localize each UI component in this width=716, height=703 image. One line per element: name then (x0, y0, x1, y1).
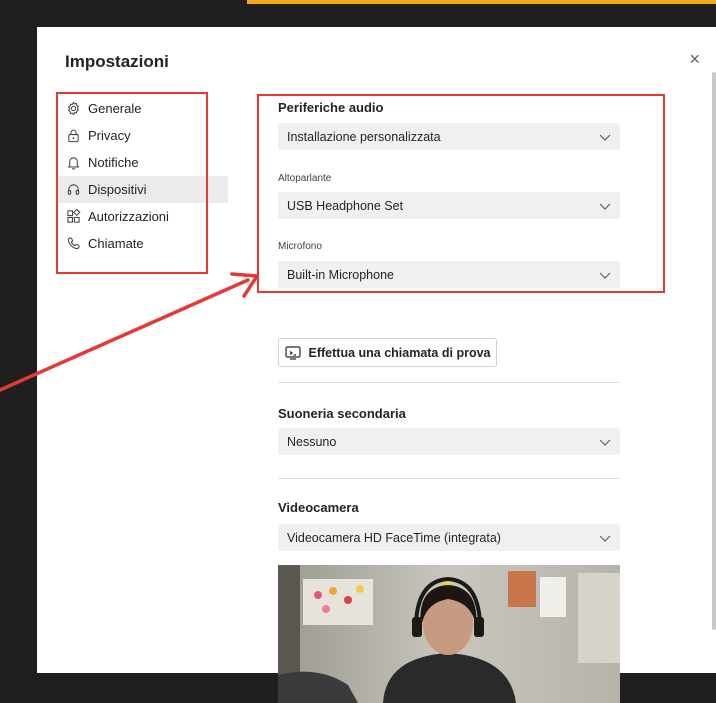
close-icon[interactable]: × (689, 49, 700, 70)
annotation-box-nav (56, 92, 208, 274)
camera-preview (278, 565, 620, 703)
secondary-ringer-title: Suoneria secondaria (278, 406, 406, 421)
camera-select[interactable]: Videocamera HD FaceTime (integrata) (278, 524, 620, 551)
camera-title: Videocamera (278, 500, 359, 515)
top-accent-bar (247, 0, 716, 4)
test-call-icon (284, 345, 301, 360)
scrollbar[interactable] (712, 72, 716, 630)
annotation-arrow (0, 272, 259, 392)
annotation-box-audio (257, 94, 665, 293)
secondary-ringer-select[interactable]: Nessuno (278, 428, 620, 455)
chevron-down-icon (599, 535, 611, 542)
test-call-button[interactable]: Effettua una chiamata di prova (278, 338, 497, 367)
secondary-ringer-value: Nessuno (287, 434, 337, 449)
test-call-label: Effettua una chiamata di prova (308, 345, 491, 360)
dialog-title: Impostazioni (65, 52, 169, 71)
camera-value: Videocamera HD FaceTime (integrata) (287, 530, 501, 545)
divider (278, 478, 620, 479)
divider (278, 382, 620, 383)
chevron-down-icon (599, 439, 611, 446)
